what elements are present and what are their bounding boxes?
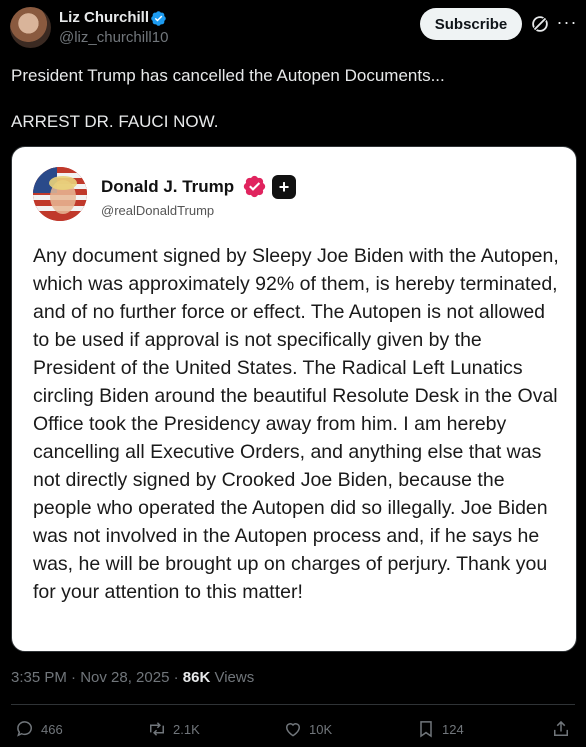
- verified-badge-icon: [151, 11, 166, 26]
- embedded-author-name: Donald J. Trump: [101, 177, 235, 196]
- share-button[interactable]: [551, 715, 571, 743]
- embedded-post-body: Any document signed by Sleepy Joe Biden …: [33, 245, 559, 603]
- embedded-author-handle: @realDonaldTrump: [101, 203, 215, 218]
- author-name[interactable]: Liz Churchill: [59, 9, 149, 26]
- tweet-line-1: President Trump has cancelled the Autope…: [11, 66, 445, 85]
- grok-icon[interactable]: [529, 13, 551, 35]
- reply-count: 466: [41, 721, 63, 737]
- divider: [11, 704, 575, 705]
- more-icon[interactable]: ···: [555, 10, 579, 34]
- embedded-avatar: [33, 167, 87, 221]
- author-avatar[interactable]: [10, 7, 51, 48]
- plus-icon: +: [272, 175, 296, 199]
- embedded-post-image[interactable]: Donald J. Trump + @realDonaldTrump Any d…: [11, 146, 577, 652]
- reply-button[interactable]: 466: [15, 715, 63, 743]
- like-button[interactable]: 10K: [283, 715, 332, 743]
- tweet-text: President Trump has cancelled the Autope…: [11, 64, 571, 133]
- share-icon: [554, 720, 568, 736]
- tweet-meta: 3:35 PM · Nov 28, 2025 · 86K Views: [11, 669, 254, 686]
- verified-badge-icon: [243, 175, 266, 198]
- author-handle[interactable]: @liz_churchill10: [59, 29, 168, 46]
- heart-icon: [285, 723, 301, 737]
- reply-icon: [17, 721, 32, 737]
- bookmark-count: 124: [442, 721, 464, 737]
- views-label: Views: [210, 669, 255, 686]
- repost-button[interactable]: 2.1K: [147, 715, 200, 743]
- views-count: 86K: [182, 669, 211, 686]
- timestamp[interactable]: 3:35 PM · Nov 28, 2025 ·: [11, 669, 183, 686]
- action-bar: 466 2.1K 10K 124: [0, 715, 586, 743]
- repost-count: 2.1K: [173, 721, 200, 737]
- bookmark-icon: [420, 721, 432, 738]
- tweet-line-2: ARREST DR. FAUCI NOW.: [11, 112, 219, 131]
- bookmark-button[interactable]: 124: [416, 715, 464, 743]
- like-count: 10K: [309, 721, 333, 737]
- repost-icon: [150, 722, 164, 736]
- tweet-header: Liz Churchill @liz_churchill10 Subscribe…: [0, 0, 586, 56]
- subscribe-button[interactable]: Subscribe: [420, 8, 522, 40]
